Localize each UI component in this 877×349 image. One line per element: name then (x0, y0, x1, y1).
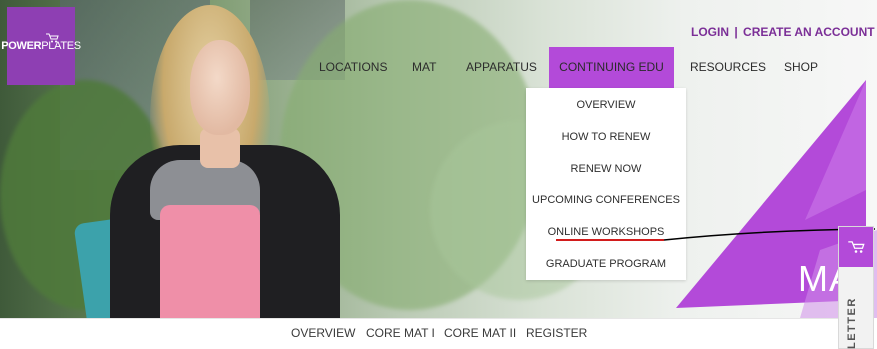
create-account-link[interactable]: CREATE AN ACCOUNT (743, 25, 875, 39)
auth-separator: | (734, 25, 738, 39)
dropdown-item-renew-now[interactable]: RENEW NOW (526, 163, 686, 175)
subnav-item-register[interactable]: REGISTER (526, 326, 587, 340)
dropdown-item-overview[interactable]: OVERVIEW (526, 99, 686, 111)
nav-item-continuing-edu[interactable]: CONTINUING EDU (549, 47, 674, 88)
nav-item-mat[interactable]: MAT (412, 47, 436, 88)
subnav-item-core-mat-1[interactable]: CORE MAT I (366, 326, 435, 340)
dropdown-item-upcoming-conferences[interactable]: UPCOMING CONFERENCES (526, 194, 686, 206)
stroller-icon (46, 33, 59, 43)
continuing-edu-dropdown: OVERVIEW HOW TO RENEW RENEW NOW UPCOMING… (526, 88, 686, 280)
stroller-icon (848, 241, 865, 253)
nav-item-locations[interactable]: LOCATIONS (319, 47, 387, 88)
subnav-item-overview[interactable]: OVERVIEW (291, 326, 355, 340)
subnav-item-core-mat-2[interactable]: CORE MAT II (444, 326, 516, 340)
login-link[interactable]: LOGIN (691, 25, 729, 39)
nav-item-apparatus[interactable]: APPARATUS (466, 47, 537, 88)
dropdown-item-online-workshops[interactable]: ONLINE WORKSHOPS (526, 226, 686, 238)
nav-item-shop[interactable]: SHOP (784, 47, 818, 88)
logo-text: POWERPLATES (1, 40, 81, 52)
highlight-underline (556, 239, 664, 241)
auth-links: LOGIN | CREATE AN ACCOUNT (691, 25, 875, 39)
newsletter-tab[interactable]: LETTER (838, 226, 874, 349)
newsletter-label: LETTER (846, 297, 858, 349)
woman-face (190, 40, 250, 135)
logo[interactable]: POWERPLATES (1, 7, 81, 85)
newsletter-icon-box (839, 227, 873, 267)
nav-item-resources[interactable]: RESOURCES (690, 47, 766, 88)
divider (0, 318, 838, 319)
dropdown-item-graduate-program[interactable]: GRADUATE PROGRAM (526, 258, 686, 270)
woman-top (160, 205, 260, 318)
dropdown-item-how-to-renew[interactable]: HOW TO RENEW (526, 131, 686, 143)
